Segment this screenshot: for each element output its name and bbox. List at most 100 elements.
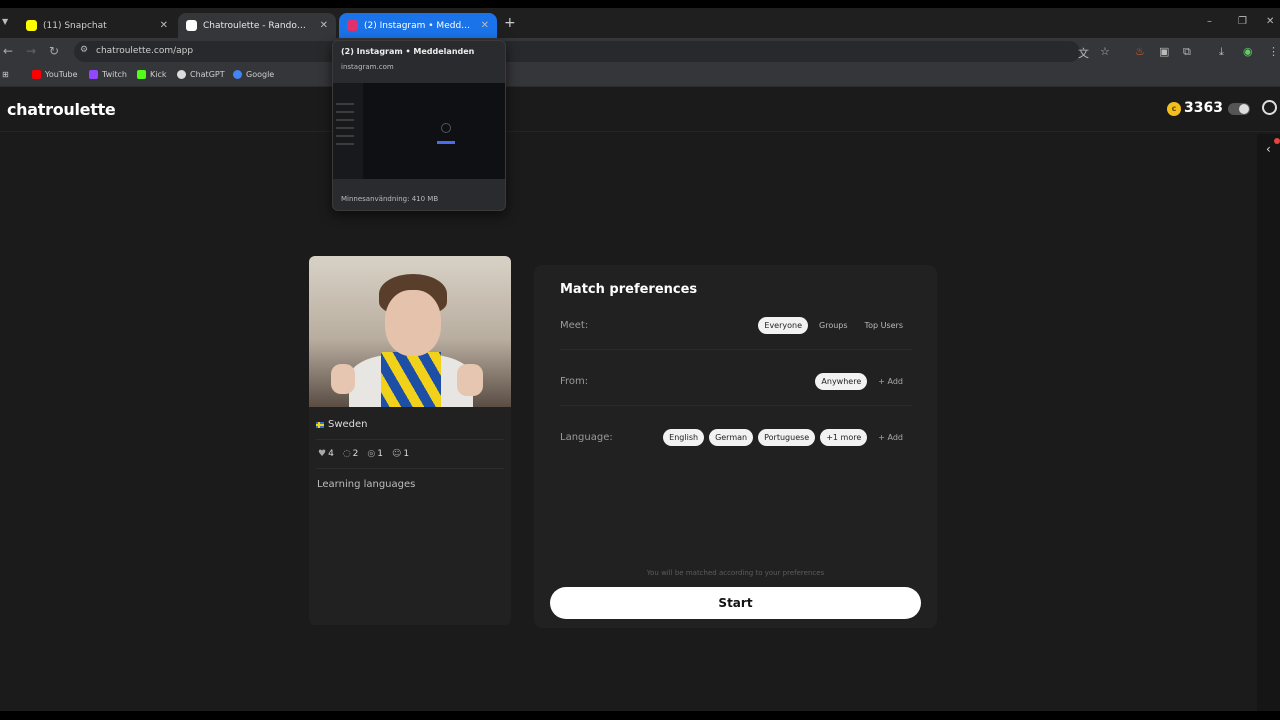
twitch-icon [89, 70, 98, 79]
language-english-chip[interactable]: English [663, 429, 705, 446]
preview-message-icon [441, 123, 451, 133]
tab-chatroulette[interactable]: Chatroulette - Random video c ✕ [178, 13, 336, 38]
download-icon[interactable]: ⤓ [1219, 45, 1224, 59]
meet-everyone-chip[interactable]: Everyone [758, 317, 809, 334]
profile-card: Sweden ♥ 4 ◌ 2 ◎ 1 ☺ 1 Learning languages [309, 256, 511, 625]
language-portuguese-chip[interactable]: Portuguese [758, 429, 816, 446]
forward-icon[interactable]: → [26, 44, 36, 58]
photo-thumb-right [457, 364, 483, 396]
address-bar[interactable] [74, 41, 1080, 62]
country-label: Sweden [328, 419, 368, 430]
photo-thumb-left [331, 364, 355, 394]
sweden-flag-icon [316, 421, 324, 428]
divider [560, 349, 912, 350]
language-options: English German Portuguese +1 more + Add [663, 429, 909, 446]
right-sidebar [1257, 134, 1280, 711]
hover-card-title: (2) Instagram • Meddelanden [341, 47, 475, 56]
bookmark-label: ChatGPT [190, 70, 225, 79]
new-tab-icon[interactable]: + [504, 15, 516, 31]
meet-label: Meet: [560, 320, 589, 331]
theme-toggle[interactable] [1228, 103, 1250, 115]
kick-icon [137, 70, 146, 79]
divider [316, 439, 504, 440]
minimize-icon[interactable]: – [1207, 16, 1212, 27]
user-account-icon[interactable] [1262, 100, 1277, 115]
tab-strip: ▼ (11) Snapchat ✕ Chatroulette - Random … [0, 8, 1280, 38]
extension-fire-icon[interactable]: ♨ [1135, 45, 1145, 58]
browser-window: ▼ (11) Snapchat ✕ Chatroulette - Random … [0, 8, 1280, 711]
stat-friends: ☺ 1 [392, 449, 410, 459]
divider [560, 405, 912, 406]
preferences-title: Match preferences [560, 282, 698, 297]
close-tab-icon[interactable]: ✕ [160, 20, 168, 31]
profile-country: Sweden [316, 419, 368, 430]
restore-icon[interactable]: ❐ [1238, 16, 1247, 27]
app-header [0, 88, 1280, 132]
photo-scarf [381, 352, 441, 407]
preview-sidebar [333, 83, 363, 179]
preview-send-button [437, 141, 455, 144]
meet-groups-chip[interactable]: Groups [813, 317, 854, 334]
extension-icon[interactable]: ▣ [1159, 45, 1169, 58]
extensions-puzzle-icon[interactable]: ⧉ [1183, 45, 1191, 59]
menu-dots-icon[interactable]: ⋮ [1268, 45, 1279, 58]
site-info-icon[interactable]: ⚙ [80, 45, 88, 55]
bookmark-star-icon[interactable]: ☆ [1100, 45, 1110, 58]
chatgpt-icon [177, 70, 186, 79]
address-toolbar: ← → ↻ ⚙ chatroulette.com/app 文 ☆ ♨ ▣ ⧉ ⤓… [0, 38, 1280, 65]
from-label: From: [560, 376, 589, 387]
bookmark-kick[interactable]: Kick [137, 70, 167, 79]
bookmark-twitch[interactable]: Twitch [89, 70, 127, 79]
snapchat-icon [26, 20, 37, 31]
reload-icon[interactable]: ↻ [49, 44, 59, 58]
close-tab-icon[interactable]: ✕ [320, 20, 328, 31]
start-button[interactable]: Start [550, 587, 921, 619]
tab-title: (11) Snapchat [43, 20, 107, 31]
bookmark-label: YouTube [45, 70, 78, 79]
bookmark-youtube[interactable]: YouTube [32, 70, 78, 79]
url-text[interactable]: chatroulette.com/app [96, 46, 193, 56]
tab-search-icon[interactable]: ▼ [2, 17, 8, 26]
tab-title: Chatroulette - Random video c [203, 20, 314, 31]
from-add-button[interactable]: + Add [872, 373, 909, 390]
bookmark-label: Google [246, 70, 275, 79]
tab-title: (2) Instagram • Meddelanden [364, 20, 475, 31]
profile-stats: ♥ 4 ◌ 2 ◎ 1 ☺ 1 [318, 449, 409, 459]
coin-icon: c [1167, 102, 1181, 116]
bookmarks-bar: ⊞ YouTube Twitch Kick ChatGPT Google [0, 65, 1280, 87]
chevron-left-icon[interactable]: ‹ [1266, 142, 1271, 156]
profile-avatar-icon[interactable]: ◉ [1243, 45, 1253, 58]
coin-balance[interactable]: 3363 [1184, 100, 1223, 116]
hover-card-preview [333, 83, 505, 179]
meet-options: Everyone Groups Top Users [758, 317, 909, 334]
close-window-icon[interactable]: ✕ [1266, 16, 1274, 27]
chatroulette-icon [186, 20, 197, 31]
back-icon[interactable]: ← [3, 44, 13, 58]
from-anywhere-chip[interactable]: Anywhere [815, 373, 868, 390]
bookmark-google[interactable]: Google [233, 70, 274, 79]
from-options: Anywhere + Add [815, 373, 909, 390]
language-label: Language: [560, 432, 613, 443]
profile-bio: Learning languages [317, 479, 416, 490]
tab-snapchat[interactable]: (11) Snapchat ✕ [18, 13, 176, 38]
google-icon [233, 70, 242, 79]
chatroulette-logo[interactable]: chatroulette [7, 100, 116, 119]
match-hint: You will be matched according to your pr… [646, 569, 825, 577]
preview-lines [336, 103, 354, 151]
tab-instagram[interactable]: (2) Instagram • Meddelanden ✕ [339, 13, 497, 38]
match-preferences-panel: Match preferences Meet: Everyone Groups … [534, 265, 937, 628]
language-add-button[interactable]: + Add [872, 429, 909, 446]
apps-grid-icon[interactable]: ⊞ [2, 70, 9, 79]
notification-dot [1274, 138, 1280, 144]
meet-top-users-chip[interactable]: Top Users [859, 317, 909, 334]
stat-chats: ◌ 2 [342, 449, 359, 459]
language-german-chip[interactable]: German [709, 429, 754, 446]
bookmark-label: Kick [150, 70, 167, 79]
hover-card-memory: Minnesanvändning: 410 MB [341, 195, 439, 203]
close-tab-icon[interactable]: ✕ [481, 20, 489, 31]
tab-hover-card: (2) Instagram • Meddelanden instagram.co… [332, 40, 506, 211]
translate-icon[interactable]: 文 [1078, 45, 1089, 61]
language-more-chip[interactable]: +1 more [820, 429, 868, 446]
bookmark-chatgpt[interactable]: ChatGPT [177, 70, 225, 79]
photo-face [385, 290, 441, 356]
